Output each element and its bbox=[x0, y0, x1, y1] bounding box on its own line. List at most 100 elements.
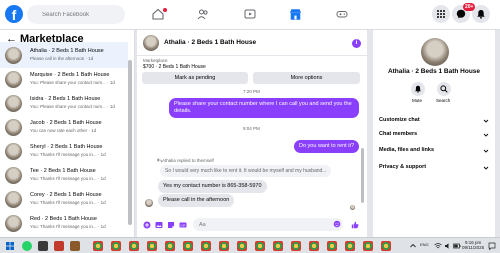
speaker-icon[interactable] bbox=[444, 241, 452, 251]
chrome-icon[interactable] bbox=[309, 241, 319, 251]
chrome-icon[interactable] bbox=[273, 241, 283, 251]
marketplace-icon[interactable] bbox=[289, 8, 302, 21]
mute-label: Mute bbox=[412, 98, 423, 103]
list-item-title: Isidra · 2 Beds 1 Bath House bbox=[30, 96, 101, 102]
search-icon bbox=[440, 85, 448, 93]
notification-badge: 20+ bbox=[463, 3, 476, 11]
list-item[interactable]: Sheryl · 2 Beds 1 Bath House You: Thanks… bbox=[0, 138, 128, 164]
list-item-title: Sheryl · 2 Beds 1 Bath House bbox=[30, 144, 103, 150]
list-item-title: Corey · 2 Beds 1 Bath House bbox=[30, 192, 102, 198]
search-conversation-button[interactable] bbox=[437, 82, 451, 96]
app-icon[interactable] bbox=[70, 241, 80, 251]
like-icon[interactable] bbox=[351, 221, 359, 229]
info-icon[interactable]: i bbox=[352, 39, 361, 48]
chrome-icon[interactable] bbox=[201, 241, 211, 251]
list-item[interactable]: Athalia · 2 Beds 1 Bath House Please cal… bbox=[0, 42, 128, 68]
chat-scrollbar[interactable] bbox=[361, 148, 364, 203]
mute-button[interactable] bbox=[411, 82, 425, 96]
message-incoming[interactable]: Yes my contact number is 865-358-5970 bbox=[158, 180, 267, 193]
chrome-icon[interactable] bbox=[345, 241, 355, 251]
list-item-snippet: Please call in the afternoon · 1d bbox=[30, 56, 94, 61]
chat-panel: Athalia · 2 Beds 1 Bath House i Marketpl… bbox=[137, 30, 367, 237]
whatsapp-icon[interactable] bbox=[22, 241, 32, 251]
message-outgoing[interactable]: Please share your contact number where I… bbox=[169, 98, 359, 118]
list-item-title: Athalia · 2 Beds 1 Bath House bbox=[30, 48, 104, 54]
chevron-up-icon[interactable] bbox=[409, 241, 417, 251]
listing-thumbnail bbox=[5, 143, 22, 160]
more-options-button[interactable]: More options bbox=[253, 72, 360, 84]
chrome-icon[interactable] bbox=[291, 241, 301, 251]
notification-dot bbox=[163, 8, 167, 12]
wifi-icon[interactable] bbox=[434, 241, 442, 251]
menu-grid-button[interactable] bbox=[432, 5, 450, 23]
sender-avatar bbox=[145, 199, 153, 207]
quoted-message[interactable]: So I would very much like to rent it. It… bbox=[160, 165, 332, 177]
list-item[interactable]: Jacob · 2 Beds 1 Bath House You can now … bbox=[0, 114, 128, 140]
message-incoming[interactable]: Please call in the afternoon bbox=[158, 194, 235, 207]
search-input[interactable] bbox=[27, 5, 125, 24]
list-item-snippet: You: Please share your contact num... · … bbox=[30, 104, 115, 109]
chrome-icon[interactable] bbox=[147, 241, 157, 251]
mark-pending-button[interactable]: Mark as pending bbox=[142, 72, 248, 84]
chrome-icon[interactable] bbox=[363, 241, 373, 251]
windows-start-icon[interactable] bbox=[5, 241, 15, 251]
friends-icon[interactable] bbox=[197, 8, 209, 20]
emoji-icon[interactable] bbox=[333, 220, 341, 228]
plus-circle-icon[interactable] bbox=[143, 221, 151, 229]
top-bar: f 20+ bbox=[0, 0, 500, 30]
timestamp: 7:20 PM bbox=[243, 89, 260, 94]
chrome-icon[interactable] bbox=[111, 241, 121, 251]
app-icon[interactable] bbox=[38, 241, 48, 251]
message-input[interactable] bbox=[193, 218, 343, 231]
contact-name: Athalia · 2 Beds 1 Bath House bbox=[387, 68, 481, 75]
chevron-down-icon bbox=[483, 166, 489, 170]
scrollbar-thumb[interactable] bbox=[128, 60, 132, 225]
chat-title[interactable]: Athalia · 2 Beds 1 Bath House bbox=[164, 39, 256, 46]
windows-taskbar: ENG 9:16 pm 09/11/2025 bbox=[0, 237, 500, 253]
chrome-icon[interactable] bbox=[255, 241, 265, 251]
gaming-icon[interactable] bbox=[336, 8, 348, 20]
list-item[interactable]: Red · 2 Beds 1 Bath House You: Thanks I'… bbox=[0, 210, 128, 236]
list-item[interactable]: Tee · 2 Beds 1 Bath House You: Thanks I'… bbox=[0, 162, 128, 188]
chrome-icon[interactable] bbox=[237, 241, 247, 251]
chrome-icon[interactable] bbox=[183, 241, 193, 251]
chrome-icon[interactable] bbox=[327, 241, 337, 251]
clock-date: 09/11/2025 bbox=[462, 245, 485, 250]
list-scrollbar[interactable] bbox=[128, 50, 132, 230]
image-icon[interactable] bbox=[155, 221, 163, 229]
section-media-files[interactable]: Media, files and links bbox=[379, 147, 491, 161]
battery-icon[interactable] bbox=[453, 241, 461, 251]
list-item[interactable]: Marquise · 2 Beds 1 Bath House You: Plea… bbox=[0, 66, 128, 92]
chrome-icon[interactable] bbox=[165, 241, 175, 251]
list-item-snippet: You can now rate each other · 1d bbox=[30, 128, 97, 133]
message-outgoing[interactable]: Do you want to rent it? bbox=[294, 140, 360, 153]
section-label: Privacy & support bbox=[379, 164, 427, 170]
gif-icon[interactable]: GIF bbox=[179, 221, 187, 229]
sticker-icon[interactable] bbox=[167, 221, 175, 229]
bell-icon bbox=[477, 10, 485, 19]
section-customize-chat[interactable]: Customize chat bbox=[379, 117, 491, 131]
list-item[interactable]: Corey · 2 Beds 1 Bath House You: Thanks … bbox=[0, 186, 128, 212]
listing-thumbnail bbox=[5, 119, 22, 136]
chrome-icon[interactable] bbox=[93, 241, 103, 251]
contact-avatar[interactable] bbox=[421, 38, 449, 66]
chrome-icon[interactable] bbox=[129, 241, 139, 251]
grid-icon bbox=[437, 10, 445, 18]
section-chat-members[interactable]: Chat members bbox=[379, 131, 491, 145]
section-privacy-support[interactable]: Privacy & support bbox=[379, 164, 491, 178]
notification-center-icon[interactable] bbox=[488, 241, 496, 251]
facebook-logo-icon[interactable]: f bbox=[5, 5, 23, 23]
listing-thumbnail bbox=[5, 71, 22, 88]
chrome-icon[interactable] bbox=[219, 241, 229, 251]
list-item[interactable]: Isidra · 2 Beds 1 Bath House You: Please… bbox=[0, 90, 128, 116]
taskbar-clock[interactable]: 9:16 pm 09/11/2025 bbox=[462, 240, 484, 250]
composer: GIF bbox=[137, 213, 367, 237]
list-item-title: Tee · 2 Beds 1 Bath House bbox=[30, 168, 96, 174]
language-indicator[interactable]: ENG bbox=[420, 242, 429, 247]
chat-avatar[interactable] bbox=[143, 35, 159, 51]
watch-icon[interactable] bbox=[244, 8, 256, 20]
marketplace-sidebar: ← Marketplace Athalia · 2 Beds 1 Bath Ho… bbox=[0, 30, 135, 237]
list-item-snippet: You: Thanks I'll message you in... · 1d bbox=[30, 152, 106, 157]
app-icon[interactable] bbox=[54, 241, 64, 251]
chrome-icon[interactable] bbox=[381, 241, 391, 251]
